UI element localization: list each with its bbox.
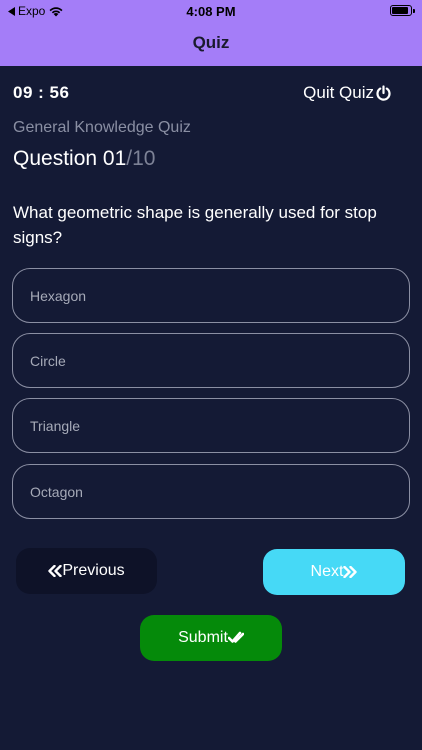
- quiz-timer: 09 : 56: [13, 83, 70, 102]
- quit-quiz-button[interactable]: Quit Quiz: [303, 83, 392, 103]
- double-chevron-right-icon: [343, 566, 358, 578]
- status-bar: Expo 4:08 PM: [0, 0, 422, 22]
- double-check-icon: [227, 631, 244, 643]
- option-label: Triangle: [30, 417, 81, 434]
- question-text: What geometric shape is generally used f…: [13, 203, 377, 247]
- option-octagon[interactable]: Octagon: [12, 464, 410, 519]
- option-label: Circle: [30, 352, 66, 369]
- option-label: Hexagon: [30, 287, 87, 304]
- previous-button[interactable]: Previous: [16, 548, 157, 594]
- question-label: Question 01: [13, 147, 127, 170]
- submit-button[interactable]: Submit: [140, 615, 282, 661]
- app-header: Expo 4:08 PM Quiz: [0, 0, 422, 66]
- quiz-name: General Knowledge Quiz: [13, 119, 191, 136]
- option-circle[interactable]: Circle: [12, 333, 410, 388]
- submit-label: Submit: [178, 629, 228, 646]
- battery-icon: [390, 5, 415, 16]
- status-time: 4:08 PM: [186, 4, 236, 19]
- quit-quiz-label: Quit Quiz: [303, 83, 374, 102]
- option-label: Octagon: [30, 483, 83, 500]
- option-hexagon[interactable]: Hexagon: [12, 268, 410, 323]
- question-total: /10: [126, 147, 156, 170]
- next-button[interactable]: Next: [263, 549, 405, 595]
- next-label: Next: [310, 563, 344, 580]
- double-chevron-left-icon: [48, 565, 63, 577]
- option-triangle[interactable]: Triangle: [12, 398, 410, 453]
- previous-label: Previous: [62, 562, 125, 579]
- power-icon: [376, 84, 391, 101]
- header-title: Quiz: [192, 33, 230, 52]
- question-number: Question 01/10: [13, 147, 155, 171]
